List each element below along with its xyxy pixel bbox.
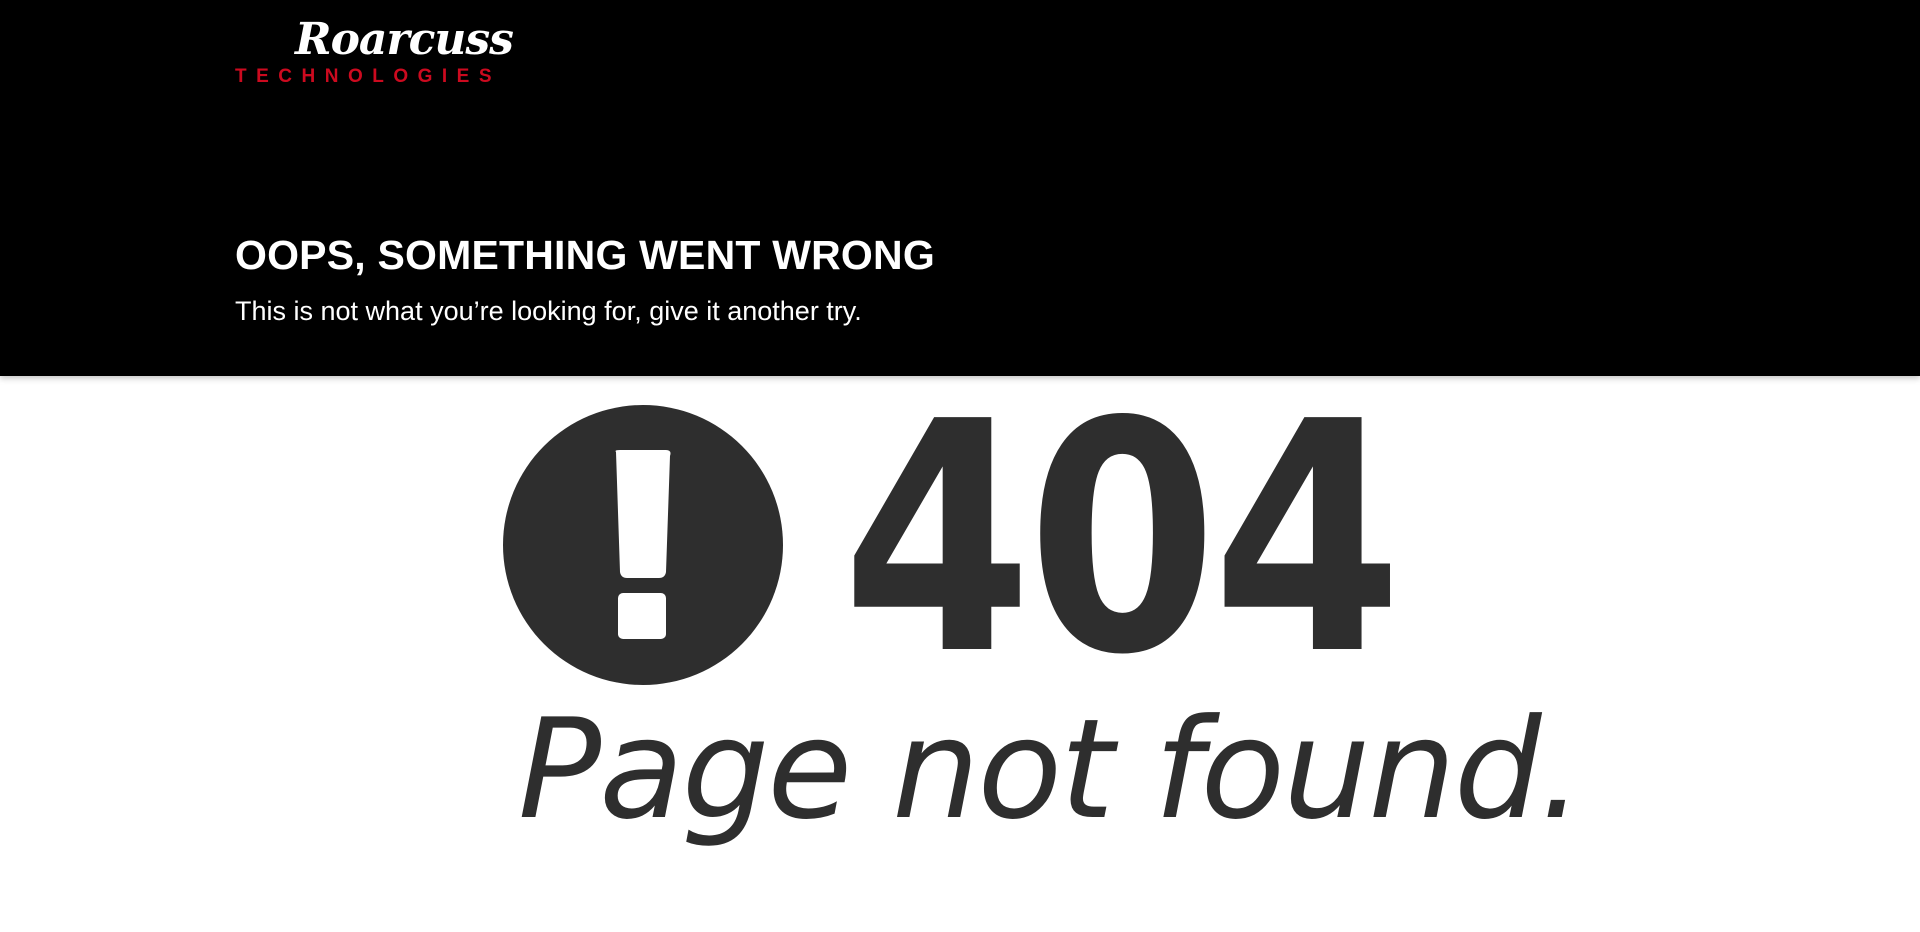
brand-logo-tagline: TECHNOLOGIES [235, 66, 502, 87]
brand-logo-link[interactable]: Roarcuss TECHNOLOGIES [235, 14, 515, 94]
page-subheading: This is not what you’re looking for, giv… [235, 296, 862, 326]
site-header: Roarcuss TECHNOLOGIES OOPS, SOMETHING WE… [0, 0, 1920, 376]
error-section: 404 Page not found. [0, 376, 1920, 932]
error-code: 404 [842, 354, 1403, 724]
brand-logo-wordmark: Roarcuss [295, 14, 514, 65]
page-heading: OOPS, SOMETHING WENT WRONG [235, 232, 935, 278]
error-message: Page not found. [518, 689, 1583, 850]
exclamation-circle-icon [503, 405, 783, 685]
